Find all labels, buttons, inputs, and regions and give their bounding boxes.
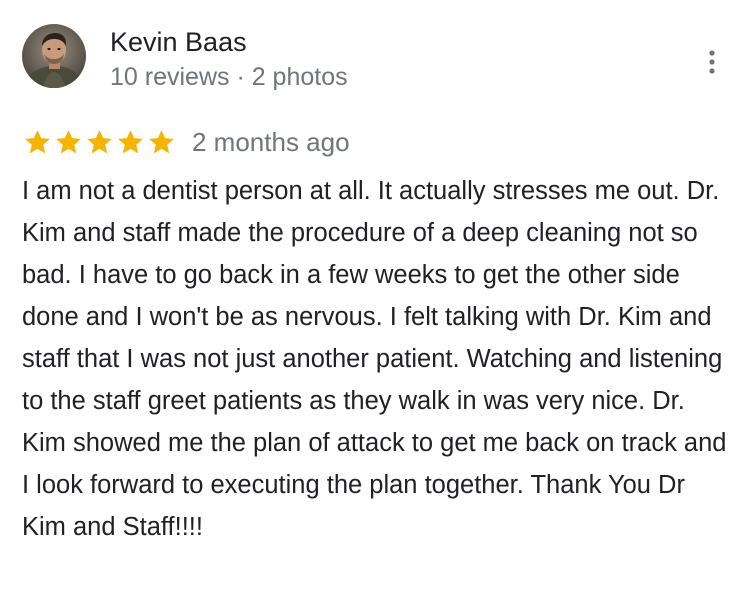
- avatar-photo: [22, 24, 86, 88]
- star-icon: [149, 130, 174, 154]
- reviewer-name[interactable]: Kevin Baas: [110, 22, 247, 62]
- star-icon: [87, 130, 112, 154]
- star-icon: [56, 130, 81, 154]
- rating-row: 2 months ago: [23, 124, 350, 160]
- review-date: 2 months ago: [192, 127, 350, 157]
- review-text: I am not a dentist person at all. It act…: [22, 177, 727, 541]
- more-options-button[interactable]: [696, 44, 728, 80]
- review-card: Kevin Baas 10 reviews · 2 photos 2 month…: [0, 0, 740, 608]
- avatar[interactable]: [22, 24, 86, 88]
- reviewer-meta[interactable]: 10 reviews · 2 photos: [110, 58, 348, 96]
- star-icon: [118, 130, 143, 154]
- more-vert-icon: [709, 50, 715, 74]
- star-icon: [25, 130, 50, 154]
- star-rating: [23, 128, 176, 156]
